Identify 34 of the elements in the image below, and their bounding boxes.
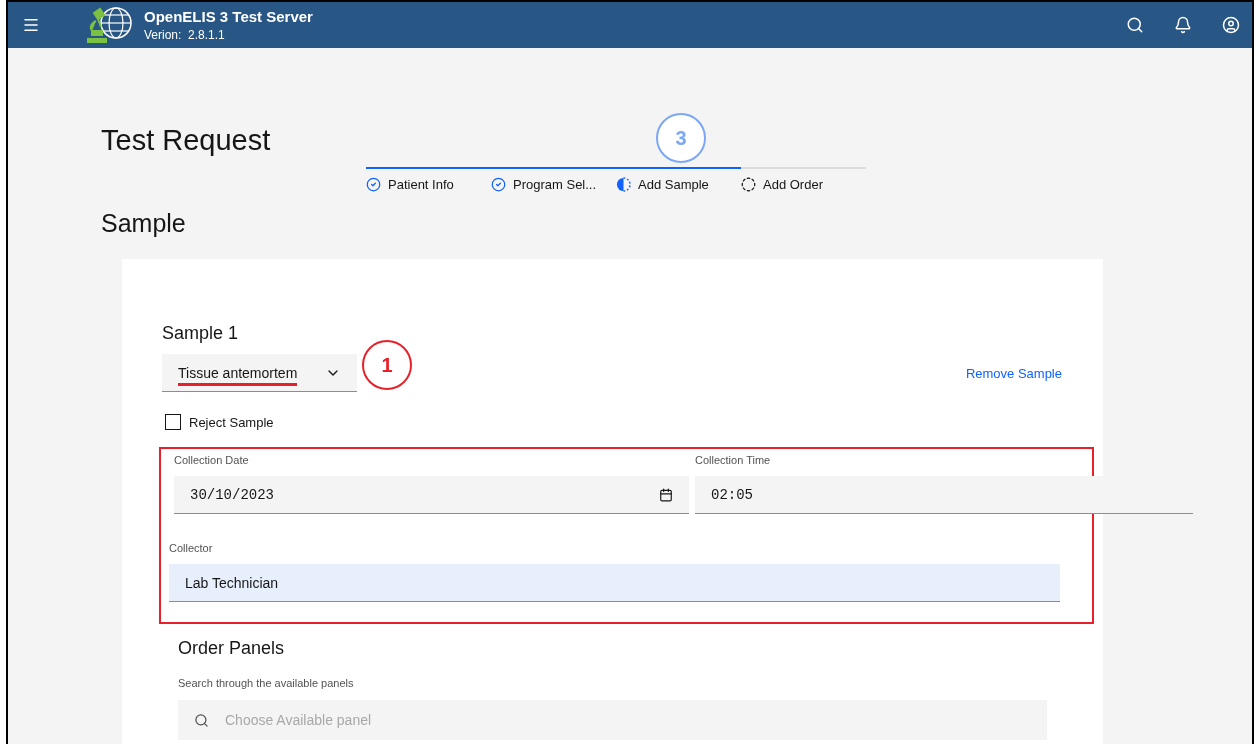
version-text: Verion: 2.8.1.1	[144, 28, 226, 42]
checkmark-circle-icon	[491, 177, 506, 192]
calendar-icon	[659, 487, 673, 502]
dashed-circle-icon	[741, 177, 756, 192]
reject-checkbox[interactable]	[165, 414, 181, 430]
checkbox-label: Reject Sample	[189, 414, 274, 430]
field-label: Collection Date	[174, 453, 250, 468]
order-panels-title: Order Panels	[178, 637, 286, 660]
progress-step[interactable]: Add Sample	[616, 177, 741, 192]
annotation-number: 3	[656, 113, 706, 163]
progress-step[interactable]: Program Sel...	[491, 177, 616, 192]
remove-sample-link[interactable]: Remove Sample	[965, 365, 1062, 381]
page-title: Test Request	[101, 123, 272, 158]
collector-input[interactable]: Lab Technician	[169, 564, 1060, 602]
field-label: Collector	[169, 541, 214, 556]
bell-icon	[1174, 16, 1192, 34]
user-avatar-icon	[1222, 16, 1240, 34]
date-input[interactable]: 30/10/2023	[174, 476, 689, 514]
sample-title: Sample 1	[162, 322, 240, 345]
user-profile-button[interactable]	[1220, 14, 1242, 36]
menu-icon	[22, 16, 40, 34]
time-input[interactable]: 02:05	[695, 476, 1193, 514]
search-icon	[1126, 16, 1144, 34]
search-icon	[194, 712, 209, 728]
field-label: Collection Time	[695, 453, 772, 468]
checkmark-circle-icon	[366, 177, 381, 192]
section-title: Sample	[101, 208, 187, 239]
app-title: OpenELIS 3 Test Server	[144, 8, 313, 25]
progress-step[interactable]: Patient Info	[366, 177, 491, 192]
half-filled-circle-icon	[616, 177, 631, 192]
field-label: Search through the available panels	[178, 676, 355, 691]
sample-type-dropdown[interactable]: Tissue antemortem	[162, 354, 357, 392]
annotation-number: 1	[362, 340, 412, 390]
progress-step[interactable]: Add Order	[741, 177, 866, 192]
